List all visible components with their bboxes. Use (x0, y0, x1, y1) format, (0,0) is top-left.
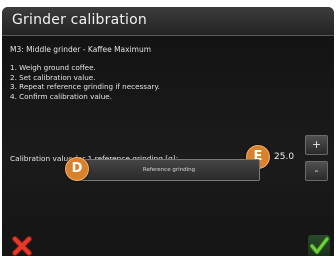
instruction-step: 4. Confirm calibration value. (10, 91, 112, 101)
reference-grinding-button[interactable]: Reference grinding (78, 159, 260, 181)
checkmark-icon (309, 236, 330, 255)
confirm-button[interactable] (308, 235, 330, 256)
calibration-dialog: Grinder calibration M3: Middle grinder -… (2, 7, 334, 256)
decrease-button[interactable]: - (305, 161, 328, 181)
instruction-list: 1. Weigh ground coffee. 2. Set calibrati… (10, 63, 160, 101)
title-bar: Grinder calibration (2, 7, 334, 36)
screen: Grinder calibration M3: Middle grinder -… (0, 0, 336, 256)
bottom-bar (2, 233, 334, 256)
callout-marker-d: D (65, 157, 89, 181)
grinder-subtitle: M3: Middle grinder - Kaffee Maximum (10, 45, 152, 54)
cancel-button[interactable] (12, 236, 32, 256)
instruction-step: 2. Set calibration value. (10, 72, 96, 82)
close-x-icon (12, 236, 32, 256)
instruction-step: 3. Repeat reference grinding if necessar… (10, 82, 160, 91)
calibration-value: 25.0 (274, 152, 295, 162)
dialog-title: Grinder calibration (12, 12, 147, 28)
increase-button[interactable]: + (305, 135, 328, 155)
instruction-step: 1. Weigh ground coffee. (10, 63, 96, 72)
